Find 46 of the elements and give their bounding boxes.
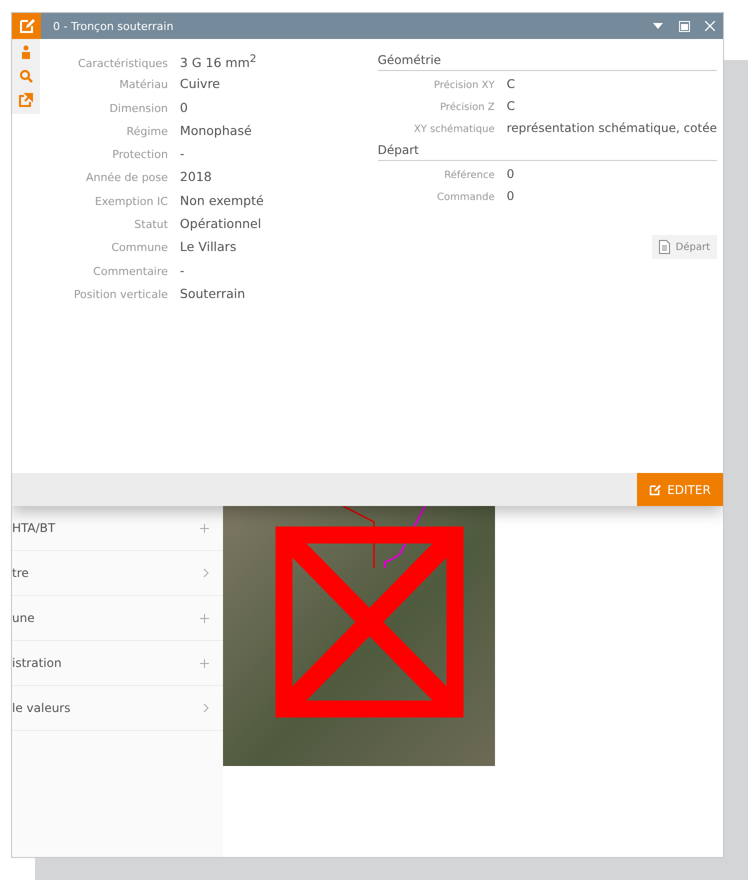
plus-icon [200, 658, 209, 668]
field-value: 2018 [180, 169, 212, 184]
field-value: Le Villars [180, 239, 236, 254]
field-label: Année de pose [84, 171, 169, 184]
section-title: Géométrie [378, 53, 717, 71]
field-label: Précision Z [438, 102, 496, 113]
field-label: Matériau [118, 78, 169, 92]
field-value: Non exempté [180, 192, 264, 208]
window-title: 0 - Tronçon souterrain [53, 20, 174, 32]
field-label: Commentaire [92, 264, 169, 278]
field-value: - [180, 146, 184, 162]
field-label: Position verticale [72, 288, 169, 301]
person-icon[interactable] [20, 45, 31, 59]
search-icon[interactable] [18, 69, 33, 83]
edit-icon[interactable] [12, 13, 41, 39]
field-value: Cuivre [180, 76, 220, 92]
field-value: Souterrain [180, 286, 246, 301]
field-value: représentation schématique, cotée [506, 121, 717, 135]
field-label: Statut [133, 218, 169, 232]
field-value: 0 [506, 189, 514, 203]
chevron-right-icon [203, 703, 209, 713]
field-value: Opérationnel [180, 216, 262, 232]
field-label: Commune [110, 241, 169, 254]
field-label: Caractéristiques [76, 57, 169, 70]
field-label: Précision XY [432, 80, 496, 91]
field-value: C [506, 77, 515, 91]
field-value: 3 G 16 mm$^{2}$ [180, 53, 256, 70]
document-icon [658, 240, 670, 254]
field-label: Commande [436, 192, 496, 203]
field-label: Régime [125, 124, 169, 138]
field-value: 0 [180, 100, 188, 115]
field-label: Dimension [108, 102, 169, 115]
plus-icon [200, 614, 209, 622]
field-value: 0 [506, 167, 514, 181]
external-link-icon[interactable] [18, 93, 34, 108]
section-title: Départ [378, 143, 717, 161]
field-label: XY schématique [412, 124, 496, 135]
field-label: Référence [443, 170, 496, 181]
field-label: Protection [111, 148, 169, 162]
chevron-right-icon [203, 568, 209, 578]
field-label: Exemption IC [94, 194, 169, 208]
field-value: Monophasé [180, 122, 252, 138]
edit-icon [649, 484, 662, 496]
field-value: - [180, 262, 184, 278]
plus-icon [200, 524, 209, 532]
field-value: C [506, 99, 515, 113]
